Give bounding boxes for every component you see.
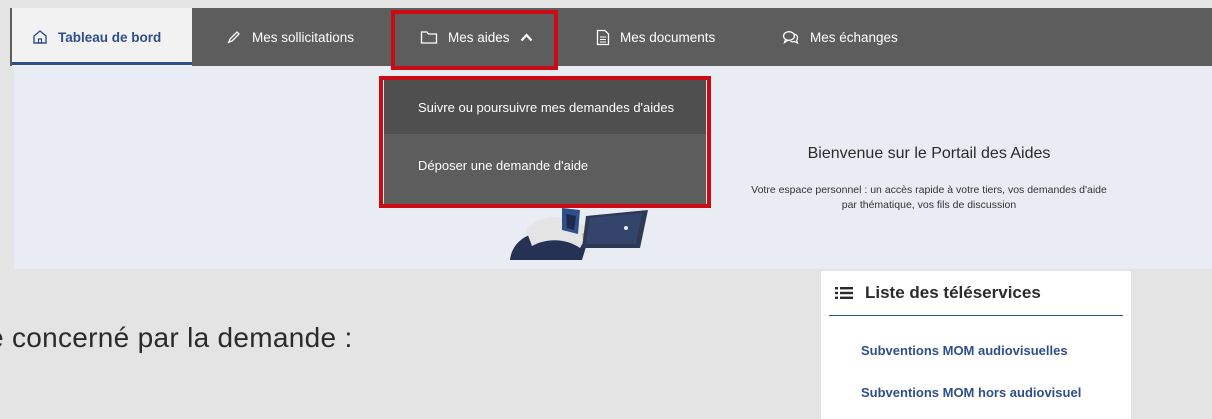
list-icon — [835, 287, 853, 299]
teleservices-title: Liste des téléservices — [865, 283, 1041, 302]
chat-icon — [782, 30, 799, 44]
tab-label: Mes documents — [620, 29, 716, 45]
highlight-box-tab — [391, 10, 558, 70]
tab-label: Tableau de bord — [58, 29, 162, 45]
welcome-title: Bienvenue sur le Portail des Aides — [807, 145, 1051, 162]
teleservices-panel: Liste des téléservices Subventions MOM a… — [821, 271, 1131, 419]
active-tab-indicator — [12, 62, 192, 65]
divider — [829, 315, 1123, 316]
tab-tableau-de-bord[interactable]: Tableau de bord — [12, 8, 192, 66]
section-heading: e concerné par la demande : — [0, 322, 353, 353]
home-icon — [33, 30, 47, 44]
tab-label: Mes sollicitations — [252, 29, 355, 45]
nav-bar: Tableau de bord Mes sollicitations Mes a… — [10, 8, 1212, 66]
teleservices-header: Liste des téléservices — [835, 283, 1041, 303]
teleservice-link-hors-audiovisuel[interactable]: Subventions MOM hors audiovisuel — [861, 385, 1081, 400]
document-icon — [596, 29, 610, 45]
welcome-subtitle-line: par thématique, vos fils de discussion — [841, 199, 1017, 211]
tab-label: Mes échanges — [810, 29, 898, 45]
person-laptop-illustration — [510, 208, 648, 260]
highlight-box-menu — [379, 76, 711, 208]
welcome-subtitle: Votre espace personnel : un accès rapide… — [712, 183, 1146, 213]
top-navigation: Tableau de bord Mes sollicitations Mes a… — [0, 0, 1212, 66]
tab-mes-documents[interactable]: Mes documents — [596, 8, 715, 66]
welcome-subtitle-line: Votre espace personnel : un accès rapide… — [751, 184, 1107, 196]
tab-mes-echanges[interactable]: Mes échanges — [782, 8, 898, 66]
pen-icon — [227, 31, 240, 44]
teleservice-link-audiovisuelles[interactable]: Subventions MOM audiovisuelles — [861, 343, 1068, 358]
tab-mes-sollicitations[interactable]: Mes sollicitations — [226, 8, 354, 66]
